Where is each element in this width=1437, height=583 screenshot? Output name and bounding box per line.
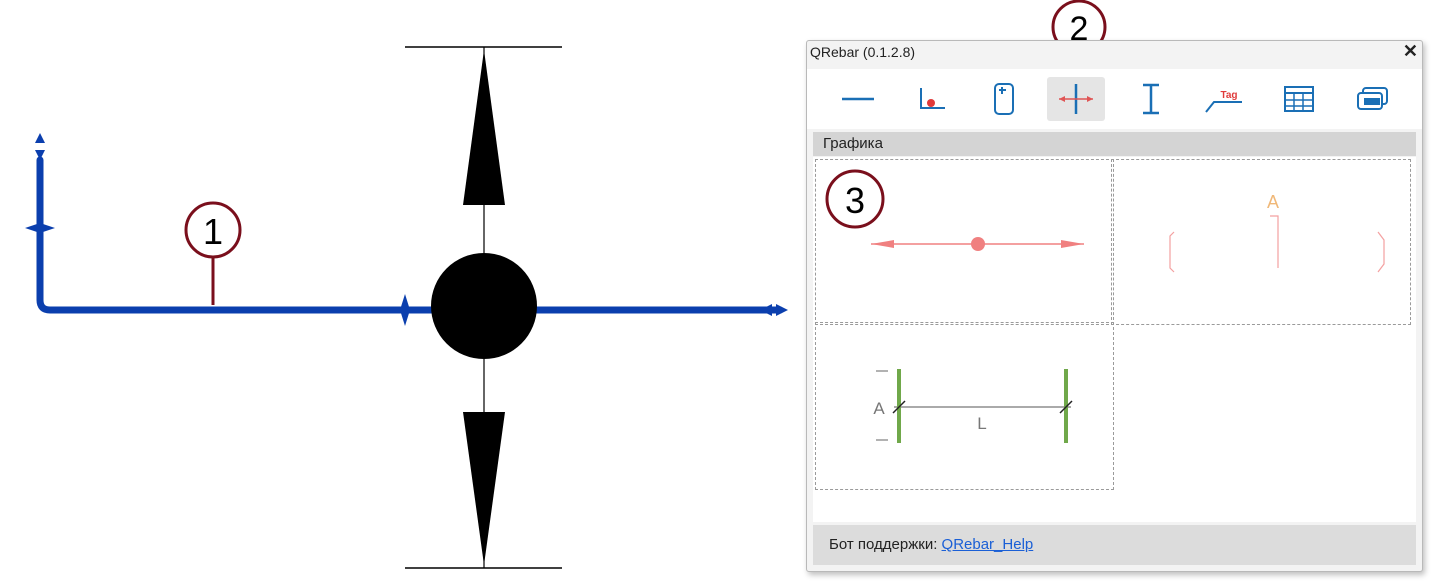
- line-tool-button[interactable]: [829, 77, 887, 121]
- dimension-tool-button[interactable]: [1047, 77, 1105, 121]
- line-icon: [842, 97, 874, 101]
- footer: Бот поддержки: QRebar_Help: [813, 525, 1416, 565]
- i-beam-tool-button[interactable]: [1122, 77, 1180, 121]
- section-label: Графика: [823, 135, 883, 152]
- callout-3-label: 3: [845, 180, 865, 221]
- point-icon: [920, 88, 945, 109]
- gallery-item-bar-length[interactable]: A L: [815, 322, 1114, 490]
- drawing-canvas: 1: [25, 46, 788, 569]
- rebar-grip-mid-left[interactable]: [25, 218, 55, 238]
- callout-1: 1: [184, 201, 242, 305]
- panel-tool-button[interactable]: [975, 77, 1033, 121]
- i-beam-icon: [1143, 83, 1159, 115]
- toolbar: Tag: [807, 69, 1422, 129]
- callout-1-label: 1: [203, 211, 223, 252]
- section-a-label: A: [1267, 192, 1279, 212]
- panel-titlebar: QRebar (0.1.2.8) ✕: [807, 41, 1422, 65]
- tag-icon: Tag: [1205, 90, 1242, 113]
- footer-text: Бот поддержки: QRebar_Help: [829, 536, 1033, 553]
- point-tool-button[interactable]: [902, 77, 960, 121]
- bar-height-label: A: [873, 399, 885, 418]
- support-bot-label: Бот поддержки:: [829, 536, 942, 553]
- gallery-item-section-a[interactable]: A: [1111, 159, 1411, 325]
- section-a-preview: A: [1169, 192, 1385, 273]
- qrebar-panel: QRebar (0.1.2.8) ✕ Tag Графика A A L 3 Б…: [806, 40, 1423, 572]
- bar-length-label: L: [977, 414, 986, 433]
- tag-tool-button[interactable]: Tag: [1195, 77, 1253, 121]
- tag-icon-label: Tag: [1220, 90, 1237, 101]
- rebar-line[interactable]: [36, 156, 784, 314]
- copy-icon: [1357, 87, 1388, 110]
- table-tool-button[interactable]: [1270, 77, 1328, 121]
- table-icon: [1284, 86, 1314, 112]
- dimension-icon: [1059, 84, 1093, 114]
- panel-icon: [994, 83, 1014, 115]
- panel-title: QRebar (0.1.2.8): [810, 44, 916, 60]
- bar-length-preview: A L: [873, 369, 1073, 443]
- copy-tool-button[interactable]: [1344, 77, 1402, 121]
- section-header[interactable]: Графика: [813, 132, 1416, 156]
- support-bot-link[interactable]: QRebar_Help: [942, 536, 1034, 553]
- callout-3: 3: [825, 169, 885, 229]
- graphics-gallery: A A L 3: [813, 157, 1416, 522]
- rebar-grip-middle[interactable]: [400, 294, 410, 326]
- close-button[interactable]: ✕: [1403, 41, 1418, 62]
- rebar-grip-top[interactable]: [35, 133, 45, 160]
